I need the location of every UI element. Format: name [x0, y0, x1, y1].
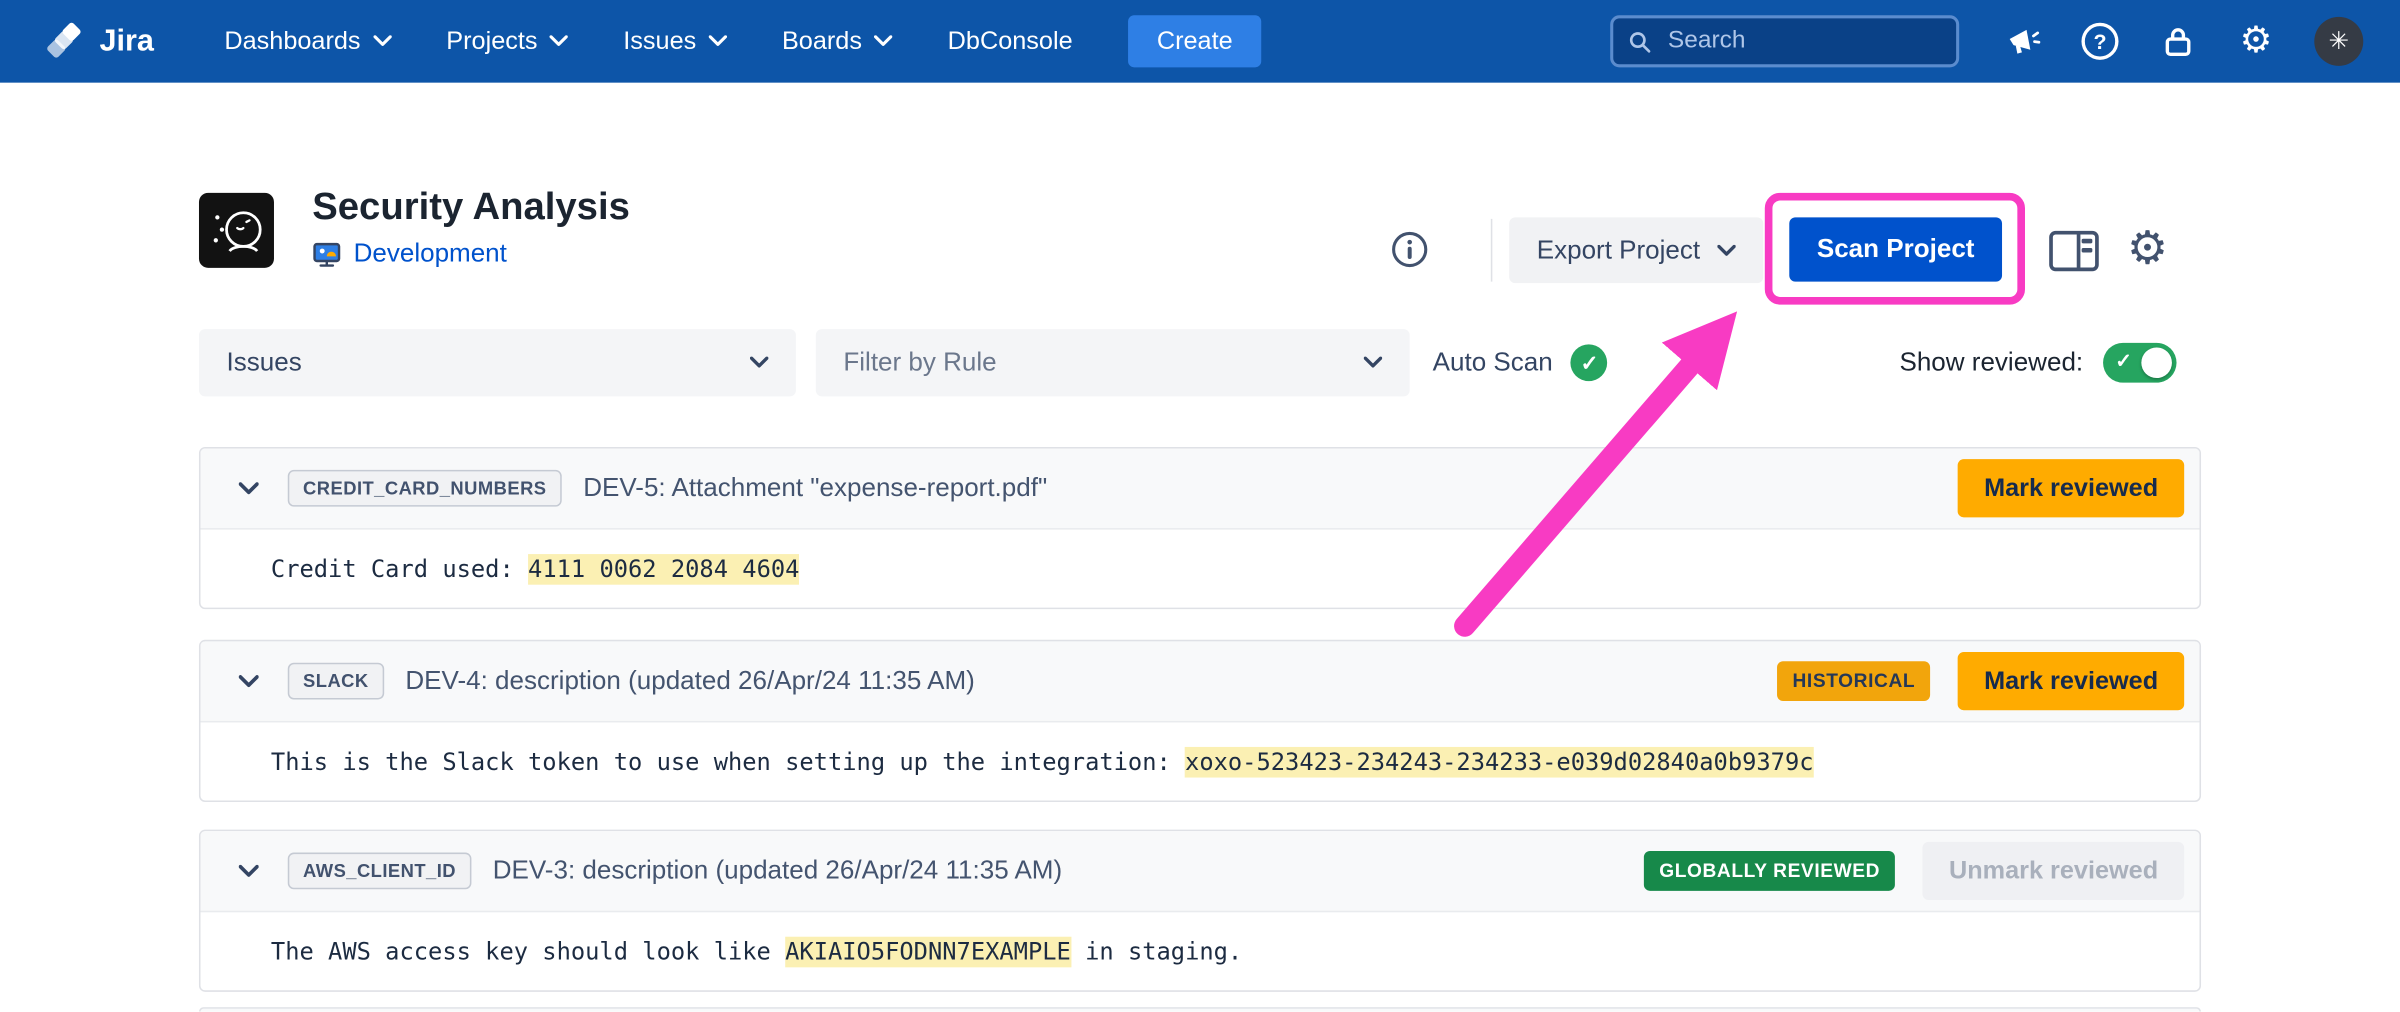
gear-icon[interactable]: ⚙	[2236, 21, 2276, 61]
nav-item-dashboards[interactable]: Dashboards	[224, 27, 391, 56]
project-breadcrumb[interactable]: Development	[312, 239, 507, 270]
page: Jira Dashboards Projects Issues Boards D…	[0, 0, 2400, 1012]
finding-snippet: The AWS access key should look like AKIA…	[201, 912, 2200, 992]
finding-title: DEV-5: Attachment "expense-report.pdf"	[583, 473, 1936, 504]
historical-badge: HISTORICAL	[1777, 661, 1930, 701]
create-button[interactable]: Create	[1128, 15, 1262, 67]
chevron-down-icon	[1717, 244, 1735, 256]
avatar-pattern: ✳	[2329, 26, 2350, 57]
show-reviewed-toggle[interactable]: ✓	[2103, 343, 2176, 383]
user-avatar[interactable]: ✳	[2314, 17, 2363, 66]
finding-card-header: AWS_CLIENT_ID DEV-3: description (update…	[201, 831, 2200, 912]
chevron-down-icon	[550, 35, 568, 47]
nav-item-issues[interactable]: Issues	[623, 27, 727, 56]
rule-badge: CREDIT_CARD_NUMBERS	[288, 470, 562, 507]
project-link[interactable]: Development	[354, 239, 507, 270]
secret-highlight: 4111 0062 2084 4604	[528, 554, 799, 585]
jira-logo[interactable]: Jira	[46, 21, 154, 61]
next-card-partial	[199, 1007, 2201, 1012]
lock-icon[interactable]	[2158, 21, 2198, 61]
issues-type-select[interactable]: Issues	[199, 329, 796, 396]
page-title: Security Analysis	[312, 185, 630, 229]
secret-highlight: AKIAIO5FODNN7EXAMPLE	[785, 937, 1071, 968]
auto-scan-check-icon: ✓	[1571, 344, 1608, 381]
finding-card: SLACK DEV-4: description (updated 26/Apr…	[199, 640, 2201, 802]
toggle-check-icon: ✓	[2115, 349, 2132, 373]
header-divider	[1491, 219, 1493, 282]
rule-badge: AWS_CLIENT_ID	[288, 853, 472, 890]
project-avatar[interactable]	[199, 193, 274, 268]
detail-view-icon[interactable]	[2048, 228, 2100, 274]
scale-wrapper: Jira Dashboards Projects Issues Boards D…	[0, 0, 2400, 1012]
finding-card: CREDIT_CARD_NUMBERS DEV-5: Attachment "e…	[199, 447, 2201, 609]
collapse-chevron-icon[interactable]	[230, 481, 267, 495]
finding-title: DEV-4: description (updated 26/Apr/24 11…	[405, 666, 1755, 697]
finding-card-header: SLACK DEV-4: description (updated 26/Apr…	[201, 641, 2200, 722]
show-reviewed-control: Show reviewed: ✓	[1899, 329, 2176, 396]
help-icon[interactable]: ?	[2080, 21, 2120, 61]
chevron-down-icon	[373, 35, 391, 47]
nav-item-dbconsole[interactable]: DbConsole	[948, 27, 1073, 56]
show-reviewed-label: Show reviewed:	[1899, 347, 2083, 378]
navbar-icon-cluster: ? ⚙ ✳	[2002, 17, 2363, 66]
nav-item-projects[interactable]: Projects	[446, 27, 568, 56]
nav-item-boards[interactable]: Boards	[782, 27, 893, 56]
finding-card-header: CREDIT_CARD_NUMBERS DEV-5: Attachment "e…	[201, 448, 2200, 529]
toggle-knob	[2141, 347, 2172, 378]
info-icon[interactable]	[1390, 230, 1430, 270]
collapse-chevron-icon[interactable]	[230, 864, 267, 878]
search-box	[1610, 15, 1959, 67]
chevron-down-icon	[750, 357, 768, 369]
export-project-button[interactable]: Export Project	[1509, 217, 1763, 283]
project-avatar-image	[204, 198, 268, 262]
chevron-down-icon	[1364, 357, 1382, 369]
chevron-down-icon	[708, 35, 726, 47]
finding-title: DEV-3: description (updated 26/Apr/24 11…	[493, 856, 1623, 887]
secret-highlight: xoxo-523423-234243-234233-e039d02840a0b9…	[1185, 747, 1813, 778]
mark-reviewed-button[interactable]: Mark reviewed	[1958, 652, 2184, 710]
finding-snippet: Credit Card used: 4111 0062 2084 4604	[201, 530, 2200, 610]
finding-snippet: This is the Slack token to use when sett…	[201, 722, 2200, 802]
globally-reviewed-badge: GLOBALLY REVIEWED	[1644, 851, 1896, 891]
filter-by-rule-select[interactable]: Filter by Rule	[816, 329, 1410, 396]
search-icon	[1629, 28, 1651, 54]
settings-gear-icon[interactable]: ⚙	[2118, 219, 2176, 280]
unmark-reviewed-button[interactable]: Unmark reviewed	[1923, 842, 2184, 900]
search-input[interactable]	[1665, 26, 1941, 57]
chevron-down-icon	[874, 35, 892, 47]
jira-logo-icon	[46, 21, 86, 61]
collapse-chevron-icon[interactable]	[230, 674, 267, 688]
megaphone-icon[interactable]	[2002, 21, 2042, 61]
finding-card: AWS_CLIENT_ID DEV-3: description (update…	[199, 830, 2201, 992]
project-category-icon	[312, 241, 341, 267]
rule-badge: SLACK	[288, 663, 384, 700]
jira-logo-text: Jira	[99, 24, 153, 59]
top-navbar: Jira Dashboards Projects Issues Boards D…	[0, 0, 2400, 83]
mark-reviewed-button[interactable]: Mark reviewed	[1958, 459, 2184, 517]
auto-scan-status: Auto Scan ✓	[1433, 329, 1608, 396]
scan-project-button[interactable]: Scan Project	[1789, 217, 2002, 281]
svg-text:?: ?	[2093, 30, 2106, 54]
